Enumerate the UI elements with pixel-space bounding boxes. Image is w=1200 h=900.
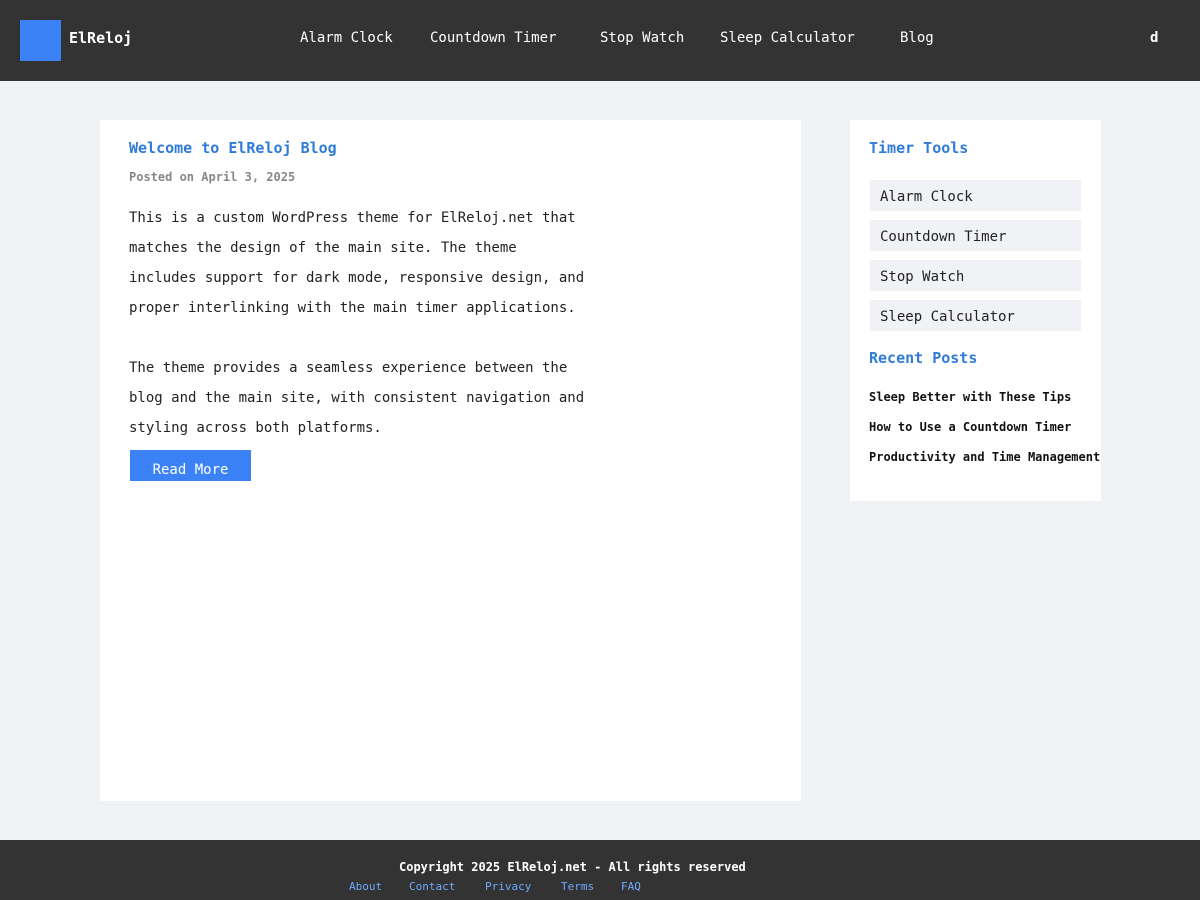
recent-post-link[interactable]: How to Use a Countdown Timer bbox=[869, 418, 1071, 436]
logo-icon[interactable] bbox=[20, 20, 61, 61]
read-more-button[interactable]: Read More bbox=[130, 450, 251, 481]
site-logo-text[interactable]: ElReloj bbox=[69, 28, 132, 48]
post-title[interactable]: Welcome to ElReloj Blog bbox=[129, 138, 337, 158]
nav-blog[interactable]: Blog bbox=[900, 28, 934, 48]
site-footer: Copyright 2025 ElReloj.net - All rights … bbox=[0, 840, 1200, 900]
post-card: Welcome to ElReloj Blog Posted on April … bbox=[100, 120, 801, 801]
post-paragraph: The theme provides a seamless experience… bbox=[129, 360, 585, 436]
sidebar-item-alarm-clock[interactable]: Alarm Clock bbox=[870, 180, 1081, 211]
nav-sleep-calculator[interactable]: Sleep Calculator bbox=[720, 28, 855, 48]
recent-posts-heading: Recent Posts bbox=[869, 349, 978, 367]
footer-link-faq[interactable]: FAQ bbox=[621, 879, 641, 895]
footer-link-contact[interactable]: Contact bbox=[409, 879, 455, 895]
nav-alarm-clock[interactable]: Alarm Clock bbox=[300, 28, 393, 48]
footer-link-terms[interactable]: Terms bbox=[561, 879, 594, 895]
site-header: ElReloj Alarm Clock Countdown Timer Stop… bbox=[0, 0, 1200, 81]
post-date: Posted on April 3, 2025 bbox=[129, 170, 296, 184]
recent-post-link[interactable]: Productivity and Time Management bbox=[869, 448, 1100, 466]
sidebar-item-sleep-calculator[interactable]: Sleep Calculator bbox=[870, 300, 1081, 331]
sidebar: Timer Tools Alarm Clock Countdown Timer … bbox=[850, 120, 1101, 501]
nav-countdown-timer[interactable]: Countdown Timer bbox=[430, 28, 556, 48]
post-paragraph: This is a custom WordPress theme for ElR… bbox=[129, 210, 585, 316]
recent-post-link[interactable]: Sleep Better with These Tips bbox=[869, 388, 1071, 406]
footer-link-privacy[interactable]: Privacy bbox=[485, 879, 531, 895]
sidebar-item-stop-watch[interactable]: Stop Watch bbox=[870, 260, 1081, 291]
footer-link-about[interactable]: About bbox=[349, 879, 382, 895]
copyright-text: Copyright 2025 ElReloj.net - All rights … bbox=[399, 860, 746, 874]
nav-stop-watch[interactable]: Stop Watch bbox=[600, 28, 684, 48]
timer-tools-heading: Timer Tools bbox=[869, 139, 969, 157]
dark-mode-toggle[interactable]: d bbox=[1150, 28, 1158, 48]
sidebar-item-countdown-timer[interactable]: Countdown Timer bbox=[870, 220, 1081, 251]
